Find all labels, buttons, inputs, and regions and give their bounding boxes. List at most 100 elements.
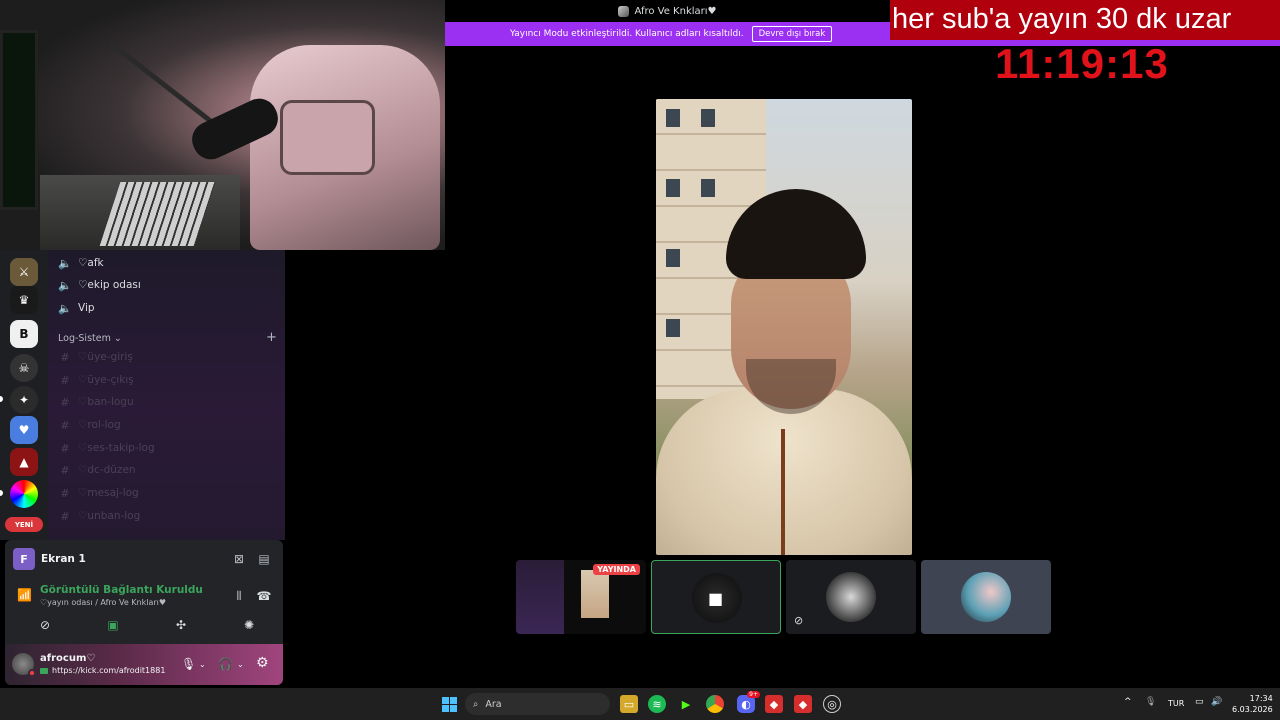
- server-list: ⚔ ♛ B ☠ ✦ ♥ ▲: [0, 250, 48, 540]
- status-game-icon: [40, 667, 48, 674]
- user-status-text: https://kick.com/afrodit1881: [52, 666, 166, 675]
- live-badge: YAYINDA: [593, 564, 640, 575]
- channel-name: ♡ekip odası: [78, 279, 141, 291]
- text-channel[interactable]: # ♡rol-log: [58, 415, 120, 435]
- webcam-mic-arm: [108, 40, 222, 131]
- hash-icon: #: [60, 418, 70, 432]
- display-icon[interactable]: ▭: [1195, 697, 1204, 707]
- building-window: [701, 179, 715, 197]
- server-icon[interactable]: [10, 480, 38, 508]
- chevron-down-icon[interactable]: ⌄: [199, 660, 206, 669]
- channel-category[interactable]: Log-Sistem ⌄: [58, 333, 122, 344]
- camera-off-icon[interactable]: ⊘: [35, 615, 55, 635]
- soundboard-icon[interactable]: ✺: [239, 615, 259, 635]
- hash-icon: #: [60, 486, 70, 500]
- windows-start-button[interactable]: [440, 695, 458, 713]
- server-icon[interactable]: B: [10, 320, 38, 348]
- disconnect-icon[interactable]: ☎: [255, 587, 273, 605]
- kick-icon[interactable]: ▶: [677, 695, 695, 713]
- windows-logo-icon: [441, 696, 457, 712]
- voice-channel[interactable]: 🔈 ♡ekip odası: [58, 275, 141, 295]
- webcam-monitor: [0, 30, 38, 210]
- gear-icon[interactable]: ⚙: [256, 655, 269, 671]
- noise-suppression-icon[interactable]: ⫴: [230, 587, 248, 605]
- app-icon[interactable]: ◆: [765, 695, 783, 713]
- connection-signal-icon[interactable]: 📶: [17, 588, 32, 602]
- search-icon: ⌕: [473, 698, 479, 710]
- channel-name: ♡dc-düzen: [78, 464, 136, 476]
- volume-icon[interactable]: 🔊: [1211, 697, 1222, 707]
- webcam-gaming-chair: [250, 45, 440, 250]
- clock-date: 6.03.2026: [1232, 705, 1273, 714]
- participant-tile-stream[interactable]: YAYINDA: [516, 560, 646, 634]
- server-icon[interactable]: ☠: [10, 354, 38, 382]
- text-channel[interactable]: # ♡üye-çıkış: [58, 370, 133, 390]
- spotify-icon[interactable]: ≋: [648, 695, 666, 713]
- disable-streamer-mode-button[interactable]: Devre dışı bırak: [751, 26, 833, 42]
- add-channel-button[interactable]: +: [266, 330, 277, 345]
- banner-message: Yayıncı Modu etkinleştirildi. Kullanıcı …: [510, 29, 744, 39]
- participant-tile[interactable]: ⊘: [786, 560, 916, 634]
- building-window: [666, 249, 680, 267]
- microphone-tray-icon[interactable]: 🎙: [1145, 697, 1156, 707]
- main-video-tile[interactable]: [656, 99, 912, 555]
- system-clock[interactable]: 17:34 6.03.2026: [1232, 693, 1273, 715]
- hash-icon: #: [60, 463, 70, 477]
- discord-icon[interactable]: ◐ 9+: [737, 691, 760, 713]
- server-icon[interactable]: ♛: [10, 286, 38, 314]
- voice-actions: ⊘ ▣ ✣ ✺: [13, 615, 275, 635]
- voice-channel[interactable]: 🔈 ♡afk: [58, 253, 104, 273]
- building-window: [701, 109, 715, 127]
- file-explorer-icon[interactable]: ▭: [620, 695, 638, 713]
- chevron-down-icon: ⌄: [113, 333, 122, 344]
- headphones-icon[interactable]: 🎧: [218, 657, 233, 671]
- server-icon[interactable]: ⚔: [10, 258, 38, 286]
- activities-icon[interactable]: ✣: [171, 615, 191, 635]
- participant-avatar: [961, 572, 1011, 622]
- server-title-icon: [618, 5, 630, 17]
- window-title: Afro Ve Knkları♥: [634, 5, 717, 17]
- close-stream-icon[interactable]: ⊠: [230, 550, 248, 568]
- status-indicator: [28, 669, 36, 677]
- taskbar-search[interactable]: ⌕ Ara: [465, 693, 610, 715]
- channel-name: ♡afk: [78, 257, 104, 269]
- jacket-zipper: [781, 429, 785, 555]
- subathon-timer: 11:19:13: [995, 40, 1169, 87]
- chevron-down-icon[interactable]: ⌄: [237, 660, 244, 669]
- text-channel[interactable]: # ♡ban-logu: [58, 392, 133, 412]
- server-icon[interactable]: ♥: [10, 416, 38, 444]
- channel-name: ♡üye-giriş: [78, 351, 133, 363]
- microphone-icon[interactable]: 🎙: [181, 657, 196, 671]
- participant-avatar: [826, 572, 876, 622]
- video-off-icon: ⊘: [794, 614, 804, 627]
- hash-icon: #: [60, 395, 70, 409]
- screen-share-icon[interactable]: ▣: [103, 615, 123, 635]
- server-icon[interactable]: ▲: [10, 448, 38, 476]
- stream-settings-icon[interactable]: ▤: [255, 550, 273, 568]
- speaker-icon: 🔈: [58, 256, 72, 270]
- text-channel[interactable]: # ♡unban-log: [58, 506, 140, 526]
- obs-icon[interactable]: ◎: [823, 695, 841, 713]
- text-channel[interactable]: # ♡mesaj-log: [58, 483, 138, 503]
- language-indicator[interactable]: TUR: [1168, 699, 1184, 708]
- chrome-icon[interactable]: [706, 695, 724, 713]
- server-icon[interactable]: ✦: [10, 386, 38, 414]
- text-channel[interactable]: # ♡ses-takip-log: [58, 438, 155, 458]
- channel-name: ♡ses-takip-log: [78, 442, 155, 454]
- chevron-up-icon[interactable]: ^: [1124, 697, 1132, 707]
- voice-channel[interactable]: 🔈 Vip: [58, 298, 95, 318]
- voice-connection-status[interactable]: Görüntülü Bağlantı Kuruldu: [40, 584, 203, 596]
- text-channel[interactable]: # ♡üye-giriş: [58, 347, 133, 367]
- username[interactable]: afrocum♡: [40, 653, 95, 664]
- participant-tile[interactable]: ■: [651, 560, 781, 634]
- app-icon[interactable]: ◆: [794, 695, 812, 713]
- participant-tile[interactable]: [921, 560, 1051, 634]
- channel-name: Vip: [78, 302, 95, 314]
- hash-icon: #: [60, 350, 70, 364]
- voice-location[interactable]: ♡yayın odası / Afro Ve Knkları♥: [40, 598, 166, 607]
- text-channel[interactable]: # ♡dc-düzen: [58, 460, 136, 480]
- hash-icon: #: [60, 441, 70, 455]
- category-name: Log-Sistem: [58, 333, 111, 344]
- new-badge[interactable]: YENİ: [5, 517, 43, 532]
- building-window: [666, 109, 680, 127]
